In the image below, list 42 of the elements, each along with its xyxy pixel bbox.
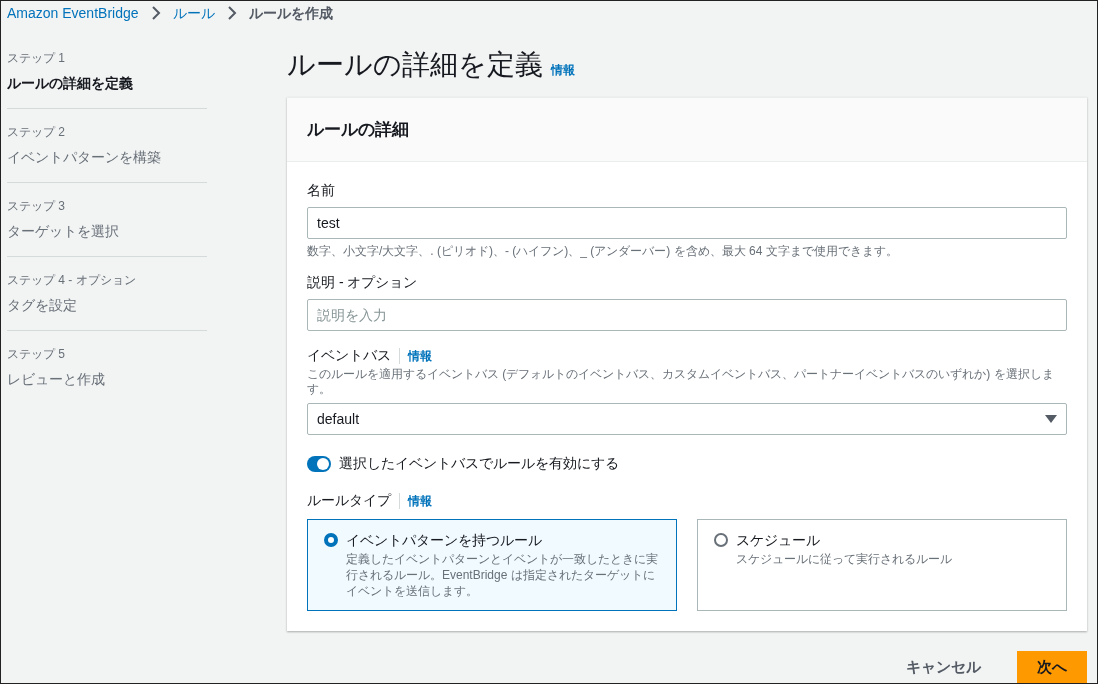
card-title: ルールの詳細 [307, 118, 409, 141]
info-link[interactable]: 情報 [408, 346, 432, 365]
step-link[interactable]: ターゲットを選択 [7, 221, 207, 242]
page-title: ルールの詳細を定義 [287, 48, 543, 82]
toggle-switch[interactable] [307, 455, 331, 472]
chevron-right-icon [226, 6, 237, 20]
toggle-label: 選択したイベントバスでルールを有効にする [339, 454, 619, 473]
step-number: ステップ 1 [7, 50, 66, 67]
rule-type-option[interactable]: イベントパターンを持つルール 定義したイベントパターンとイベントが一致したときに実行されるルール。EventBridge は指定されたターゲットにイベントを送信します。 [307, 519, 677, 611]
step-number: ステップ 3 [7, 198, 66, 215]
description-field[interactable]: 説明を入力 [307, 299, 1067, 331]
option-description: 定義したイベントパターンとイベントが一致したときに実行されるルール。EventBridge は指定されたターゲットにイベントを送信します。 [346, 551, 659, 599]
name-field[interactable]: test [307, 207, 1067, 239]
option-title: イベントパターンを持つルール [346, 531, 543, 550]
step-number: ステップ 4 - オプション [7, 272, 137, 289]
step-link[interactable]: タグを設定 [7, 295, 207, 316]
field-label: イベントバス [307, 346, 391, 365]
breadcrumb-link[interactable]: Amazon EventBridge [7, 2, 139, 24]
event-bus-select[interactable]: default [307, 403, 1067, 435]
breadcrumb-link[interactable]: ルール [172, 2, 215, 24]
option-title: スケジュール [736, 531, 821, 550]
option-description: スケジュールに従って実行されるルール [736, 551, 952, 567]
info-link[interactable]: 情報 [551, 61, 575, 79]
step-number: ステップ 5 [7, 346, 66, 363]
cancel-button[interactable]: キャンセル [898, 651, 989, 683]
rule-type-option[interactable]: スケジュール スケジュールに従って実行されるルール [697, 519, 1067, 611]
step-link[interactable]: ルールの詳細を定義 [7, 73, 207, 94]
step-link[interactable]: レビューと作成 [7, 369, 207, 390]
field-description: このルールを適用するイベントバス (デフォルトのイベントバス、カスタムイベントバス、パートナーイベントバスのいずれか) を選択します。 [307, 367, 1055, 397]
breadcrumb-current: ルールを作成 [248, 3, 333, 23]
chevron-right-icon [150, 6, 161, 20]
step-number: ステップ 2 [7, 124, 66, 141]
field-label: 説明 - オプション [307, 273, 418, 292]
field-hint: 数字、小文字/大文字、. (ピリオド)、- (ハイフン)、_ (アンダーバー) を含め、最大 64 文字まで使用できます。 [307, 243, 899, 260]
radio-button[interactable] [714, 533, 728, 547]
radio-button[interactable] [324, 533, 338, 547]
field-label: ルールタイプ [307, 491, 391, 510]
caret-down-icon [1045, 414, 1057, 424]
step-link[interactable]: イベントパターンを構築 [7, 147, 207, 168]
field-label: 名前 [307, 181, 335, 200]
next-button[interactable]: 次へ [1017, 651, 1087, 683]
info-link[interactable]: 情報 [408, 491, 432, 510]
